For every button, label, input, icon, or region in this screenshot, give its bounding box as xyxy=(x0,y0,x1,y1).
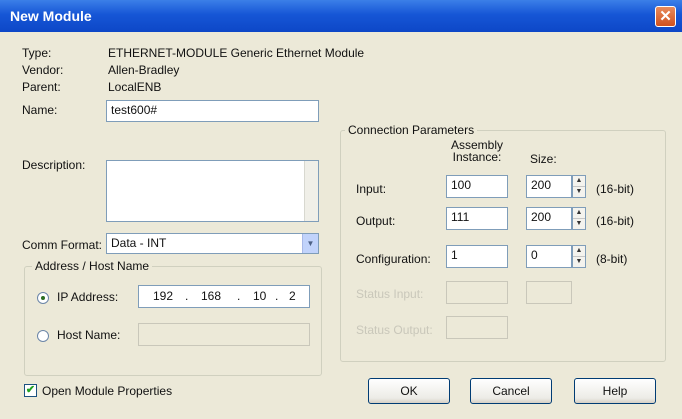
ip-octet-3[interactable]: 10 xyxy=(253,289,266,303)
window-title: New Module xyxy=(10,8,92,24)
output-size-field[interactable]: 200 xyxy=(526,207,572,230)
parent-label: Parent: xyxy=(22,80,61,94)
output-instance-field[interactable]: 111 xyxy=(446,207,508,230)
configuration-unit: (8-bit) xyxy=(596,252,628,266)
type-label: Type: xyxy=(22,46,52,60)
address-group-title: Address / Host Name xyxy=(32,259,153,273)
vendor-label: Vendor: xyxy=(22,63,64,77)
help-button[interactable]: Help xyxy=(574,378,656,404)
name-field[interactable]: test600# xyxy=(106,100,319,122)
address-group xyxy=(24,266,322,376)
output-unit: (16-bit) xyxy=(596,214,635,228)
close-icon[interactable]: ✕ xyxy=(655,6,676,27)
ip-octet-2[interactable]: 168 xyxy=(201,289,221,303)
cancel-button[interactable]: Cancel xyxy=(470,378,552,404)
description-scrollbar[interactable] xyxy=(304,161,318,221)
new-module-dialog: New Module ✕ Type: ETHERNET-MODULE Gener… xyxy=(0,0,682,419)
status-input-label: Status Input: xyxy=(356,287,424,301)
host-name-radio[interactable] xyxy=(37,330,49,342)
ip-address-radio[interactable] xyxy=(37,292,49,304)
open-module-properties-label: Open Module Properties xyxy=(42,384,173,398)
chevron-down-icon[interactable]: ▼ xyxy=(302,234,318,253)
description-label: Description: xyxy=(22,158,86,172)
checkmark-icon[interactable]: ✔ xyxy=(24,384,37,397)
output-size-spinner[interactable]: ▲ ▼ xyxy=(572,207,586,230)
ip-address-field[interactable]: 192 . 168 . 10 . 2 xyxy=(138,285,310,308)
host-name-field[interactable] xyxy=(138,323,310,346)
input-instance-field[interactable]: 100 xyxy=(446,175,508,198)
ip-octet-4[interactable]: 2 xyxy=(289,289,296,303)
title-bar[interactable]: New Module ✕ xyxy=(0,0,682,32)
size-header: Size: xyxy=(530,152,557,166)
name-label: Name: xyxy=(22,103,58,117)
status-input-instance-field xyxy=(446,281,508,304)
status-input-size-field xyxy=(526,281,572,304)
configuration-label: Configuration: xyxy=(356,252,431,266)
host-name-label: Host Name: xyxy=(57,328,121,342)
input-size-field[interactable]: 200 xyxy=(526,175,572,198)
description-field[interactable] xyxy=(106,160,319,222)
spin-up-icon[interactable]: ▲ xyxy=(573,208,585,219)
comm-format-select[interactable]: Data - INT xyxy=(106,233,319,254)
parent-value: LocalENB xyxy=(108,80,162,94)
comm-format-value: Data - INT xyxy=(111,236,167,250)
status-output-label: Status Output: xyxy=(356,323,433,337)
spin-up-icon[interactable]: ▲ xyxy=(573,176,585,187)
spin-down-icon[interactable]: ▼ xyxy=(573,219,585,230)
spin-down-icon[interactable]: ▼ xyxy=(573,257,585,268)
output-label: Output: xyxy=(356,214,396,228)
input-label: Input: xyxy=(356,182,387,196)
assembly-instance-header: Assembly Instance: xyxy=(450,138,503,164)
connection-parameters-title: Connection Parameters xyxy=(345,123,478,137)
spin-up-icon[interactable]: ▲ xyxy=(573,246,585,257)
ip-octet-1[interactable]: 192 xyxy=(153,289,173,303)
configuration-size-field[interactable]: 0 xyxy=(526,245,572,268)
type-value: ETHERNET-MODULE Generic Ethernet Module xyxy=(108,46,365,60)
configuration-instance-field[interactable]: 1 xyxy=(446,245,508,268)
comm-format-label: Comm Format: xyxy=(22,238,103,252)
ip-address-label: IP Address: xyxy=(57,290,119,304)
configuration-size-spinner[interactable]: ▲ ▼ xyxy=(572,245,586,268)
input-size-spinner[interactable]: ▲ ▼ xyxy=(572,175,586,198)
status-output-instance-field xyxy=(446,316,508,339)
vendor-value: Allen-Bradley xyxy=(108,63,180,77)
spin-down-icon[interactable]: ▼ xyxy=(573,187,585,198)
ok-button[interactable]: OK xyxy=(368,378,450,404)
input-unit: (16-bit) xyxy=(596,182,635,196)
